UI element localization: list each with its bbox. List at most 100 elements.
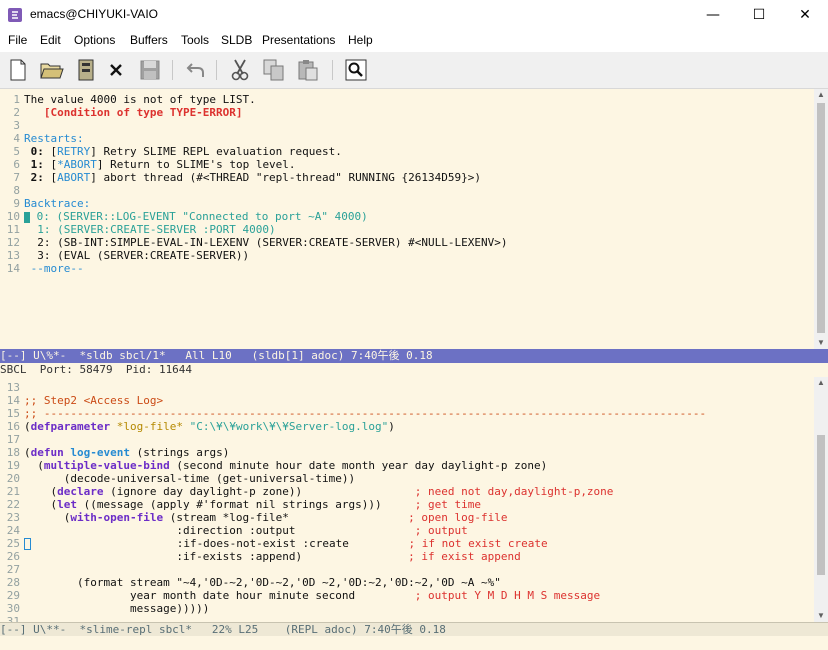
code-token[interactable]: *ABORT (57, 158, 97, 171)
line-number: 2 (13, 106, 20, 119)
line-text: 1: [*ABORT] Return to SLIME's top level. (24, 158, 296, 171)
line-text: --more-- (24, 262, 84, 275)
emacs-logo-icon (8, 8, 22, 22)
menu-presentations[interactable]: Presentations (262, 33, 335, 47)
repl-buffer[interactable]: 13 14 ;; Step2 <Access Log> 15 ;; ----------… (0, 377, 814, 622)
scroll-down-arrow-icon[interactable]: ▼ (814, 337, 828, 349)
code-token: ; if not exist create (408, 537, 548, 550)
close-buffer-icon (110, 64, 122, 76)
new-file-icon (10, 59, 26, 81)
line-number: 18 (6, 446, 20, 459)
code-token[interactable]: RETRY (57, 145, 90, 158)
open-folder-button[interactable] (40, 58, 64, 82)
cut-button[interactable] (228, 58, 252, 82)
code-line: 13 (0, 381, 814, 394)
dired-button[interactable] (74, 58, 98, 82)
line-number: 1 (13, 93, 20, 106)
code-line: 2 [Condition of type TYPE-ERROR] (0, 106, 814, 119)
code-token: 0: (24, 145, 51, 158)
line-text: The value 4000 is not of type LIST. (24, 93, 256, 106)
code-line: 14 --more-- (0, 262, 814, 275)
paste-icon (298, 60, 318, 81)
code-token: :direction :output (24, 524, 415, 537)
new-file-button[interactable] (6, 58, 30, 82)
menu-edit[interactable]: Edit (40, 33, 61, 47)
code-token: (ignore day daylight-p zone)) (103, 485, 415, 498)
code-token: *log-file* (110, 420, 183, 433)
scroll-down-arrow-icon[interactable]: ▼ (814, 610, 828, 622)
save-button[interactable] (138, 58, 162, 82)
code-token: declare (57, 485, 104, 498)
code-token: ] abort thread (#<THREAD "repl-thread" R… (90, 171, 481, 184)
line-number: 14 (6, 262, 20, 275)
sldb-buffer[interactable]: 1 The value 4000 is not of type LIST. 2 [C… (0, 89, 814, 349)
code-token: 2: (SB-INT:SIMPLE-EVAL-IN-LEXENV (SERVER… (24, 236, 508, 249)
code-token: 1: (SERVER:CREATE-SERVER :PORT 4000) (24, 223, 276, 236)
code-token: (decode-universal-time (get-universal-ti… (24, 472, 356, 485)
code-line: 15 ;; -----------------------------------… (0, 407, 814, 420)
line-number: 19 (6, 459, 20, 472)
search-button[interactable] (344, 58, 368, 82)
copy-button[interactable] (262, 58, 286, 82)
code-token: ; output (414, 524, 468, 537)
code-token[interactable]: --more-- (24, 262, 84, 275)
close-button[interactable]: ✕ (782, 0, 828, 30)
code-token[interactable]: Backtrace: (24, 197, 90, 210)
code-line: 13 3: (EVAL (SERVER:CREATE-SERVER)) (0, 249, 814, 262)
scroll-up-arrow-icon[interactable]: ▲ (814, 89, 828, 101)
sldb-modeline: [--] U\%*- *sldb sbcl/1* All L10 (sldb[1… (0, 349, 828, 363)
menu-help[interactable]: Help (348, 33, 373, 47)
code-line: 22 (let ((message (apply #'format nil st… (0, 498, 814, 511)
repl-scrollbar[interactable]: ▲ ▼ (814, 377, 828, 622)
code-line: 21 (declare (ignore day daylight-p zone)… (0, 485, 814, 498)
code-line: 3 (0, 119, 814, 132)
menu-file[interactable]: File (8, 33, 27, 47)
code-line: 9 Backtrace: (0, 197, 814, 210)
scroll-up-arrow-icon[interactable]: ▲ (814, 377, 828, 389)
scrollbar-thumb[interactable] (817, 435, 825, 575)
code-token[interactable]: Restarts: (24, 132, 84, 145)
code-line: 31 (0, 615, 814, 622)
code-token: log-event (70, 446, 130, 459)
code-token: ; open log-file (408, 511, 508, 524)
code-token: ;; Step2 <Access Log> (24, 394, 164, 407)
code-token: ;; -------------------------------------… (24, 407, 707, 420)
code-token: defun (30, 446, 64, 459)
code-line: 10 0: (SERVER::LOG-EVENT "Connected to p… (0, 210, 814, 223)
line-text: message))))) (24, 602, 209, 615)
code-line: 23 (with-open-file (stream *log-file* ; … (0, 511, 814, 524)
line-number: 13 (6, 381, 20, 394)
menu-tools[interactable]: Tools (181, 33, 209, 47)
line-text: :direction :output ; output (24, 524, 468, 537)
line-number: 8 (13, 184, 20, 197)
maximize-icon: ☐ (752, 7, 766, 23)
maximize-button[interactable]: ☐ (736, 0, 782, 30)
line-text: (multiple-value-bind (second minute hour… (24, 459, 547, 472)
code-line: 28 (format stream "~4,'0D-~2,'0D-~2,'0D … (0, 576, 814, 589)
paste-button[interactable] (296, 58, 320, 82)
minimize-button[interactable]: — (690, 0, 736, 30)
minibuffer[interactable] (0, 636, 828, 650)
line-number: 29 (6, 589, 20, 602)
menu-buffers[interactable]: Buffers (130, 33, 168, 47)
code-token[interactable]: ABORT (57, 171, 90, 184)
scrollbar-thumb[interactable] (817, 103, 825, 333)
code-line: 4 Restarts: (0, 132, 814, 145)
undo-button[interactable] (184, 58, 208, 82)
close-buffer-button[interactable] (104, 58, 128, 82)
menu-options[interactable]: Options (74, 33, 115, 47)
code-line: 17 (0, 433, 814, 446)
dired-icon (78, 59, 94, 81)
code-token: ; need not day,daylight-p,zone (414, 485, 614, 498)
code-token: let (57, 498, 77, 511)
code-token: (format stream "~4,'0D-~2,'0D-~2,'0D ~2,… (24, 576, 501, 589)
code-line: 8 (0, 184, 814, 197)
code-line: 25 :if-does-not-exist :create ; if not e… (0, 537, 814, 550)
sldb-header-line: SBCL Port: 58479 Pid: 11644 (0, 363, 828, 377)
menu-sldb[interactable]: SLDB (221, 33, 252, 47)
line-number: 24 (6, 524, 20, 537)
line-number: 5 (13, 145, 20, 158)
line-number: 26 (6, 550, 20, 563)
sldb-scrollbar[interactable]: ▲ ▼ (814, 89, 828, 349)
code-line: 26 :if-exists :append) ; if exist append (0, 550, 814, 563)
